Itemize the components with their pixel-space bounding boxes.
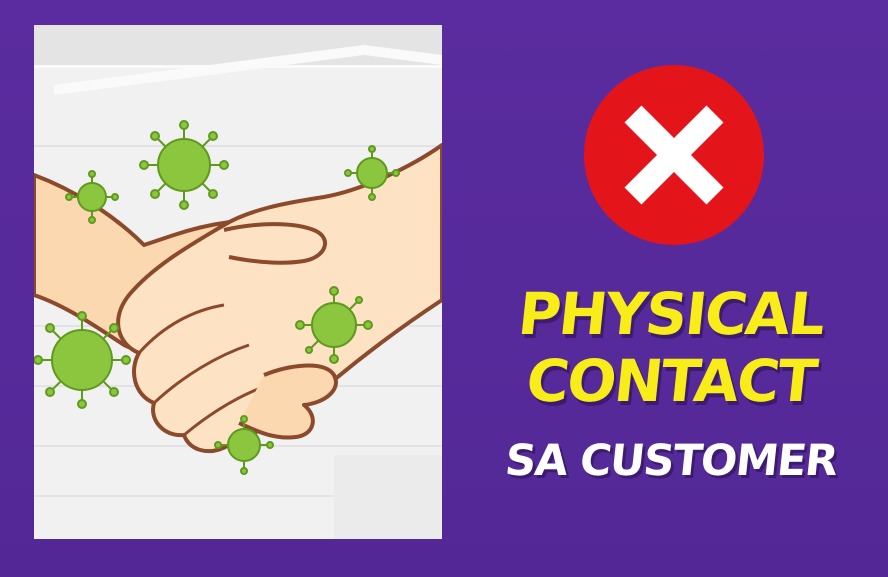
x-mark-icon [583,64,765,246]
poster: PHYSICAL CONTACT SA CUSTOMER [0,0,888,577]
headline-line-2: CONTACT [523,347,819,415]
handshake-with-germs-icon [34,25,442,539]
handshake-illustration [34,25,442,539]
headline-line-1: PHYSICAL [515,280,827,348]
headline-line-3: SA CUSTOMER [502,436,840,486]
